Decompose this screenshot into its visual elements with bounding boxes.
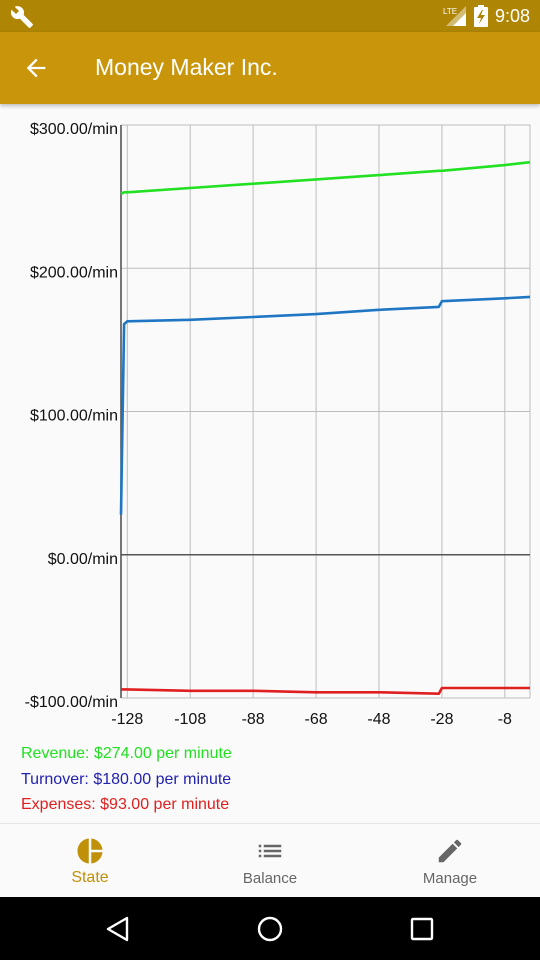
svg-text:LTE: LTE xyxy=(443,7,457,16)
back-triangle-icon[interactable] xyxy=(106,916,130,942)
recents-square-icon[interactable] xyxy=(410,917,434,941)
y-tick-label: $100.00/min xyxy=(30,408,118,425)
y-tick-label: $200.00/min xyxy=(30,264,118,281)
page-title: Money Maker Inc. xyxy=(95,54,278,80)
legend-turnover: Turnover: $180.00 per minute xyxy=(21,770,232,788)
nav-item-state[interactable]: State xyxy=(0,824,180,898)
x-tick-label: -48 xyxy=(367,711,390,728)
pencil-icon xyxy=(438,839,462,863)
y-tick-label: -$100.00/min xyxy=(25,694,118,711)
list-icon xyxy=(258,844,282,858)
legend: Revenue: $274.00 per minute Turnover: $1… xyxy=(21,744,232,821)
back-arrow-icon[interactable] xyxy=(22,54,50,82)
legend-revenue: Revenue: $274.00 per minute xyxy=(21,745,232,762)
x-tick-label: -8 xyxy=(498,711,512,728)
app-bar: Money Maker Inc. xyxy=(0,32,540,104)
x-tick-label: -108 xyxy=(174,711,206,728)
x-tick-label: -128 xyxy=(111,711,143,728)
x-tick-label: -68 xyxy=(304,711,327,728)
nav-label-state: State xyxy=(71,869,109,886)
y-tick-label: $300.00/min xyxy=(30,121,118,138)
home-circle-icon[interactable] xyxy=(257,916,283,942)
wrench-icon xyxy=(10,6,33,28)
legend-expenses: Expenses: $93.00 per minute xyxy=(21,796,230,813)
nav-label-manage: Manage xyxy=(422,870,478,887)
nav-item-manage[interactable]: Manage xyxy=(360,824,540,898)
nav-item-balance[interactable]: Balance xyxy=(180,824,360,898)
x-tick-label: -28 xyxy=(430,711,453,728)
battery-charging-icon xyxy=(473,5,488,27)
clock: 9:08 xyxy=(494,5,530,26)
pie-chart-icon xyxy=(77,838,103,864)
system-navigation-bar xyxy=(0,897,540,960)
status-bar: LTE 9:08 xyxy=(0,0,540,32)
line-chart: $300.00/min $200.00/min $100.00/min $0.00/m… xyxy=(25,121,531,728)
lte-signal-icon: LTE xyxy=(443,6,466,26)
y-tick-label: $0.00/min xyxy=(48,551,118,568)
chart-area: $300.00/min $200.00/min $100.00/min $0.00/m… xyxy=(0,104,540,734)
nav-label-balance: Balance xyxy=(242,870,298,887)
bottom-navigation: State Balance Manage xyxy=(0,823,540,898)
x-tick-label: -88 xyxy=(242,711,265,728)
